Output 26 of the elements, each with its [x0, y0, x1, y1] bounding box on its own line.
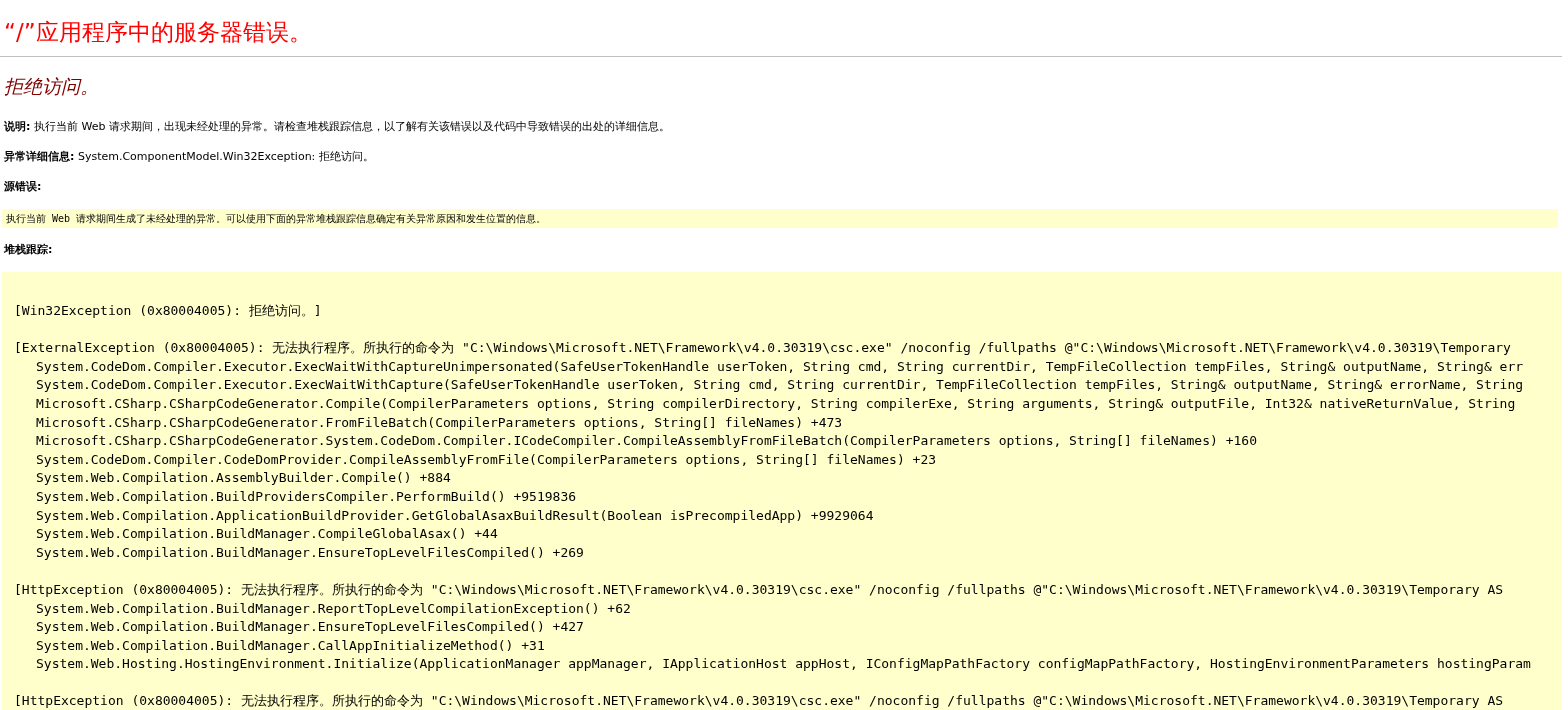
- error-title: 拒绝访问。: [4, 74, 100, 98]
- stack-frame: System.CodeDom.Compiler.CodeDomProvider.CompileAssemblyFromFile(CompilerParameters options, String[] fileNames) +23: [36, 450, 937, 470]
- stack-frame: System.Web.Compilation.BuildManager.EnsureTopLevelFilesCompiled() +269: [36, 543, 584, 563]
- exception-header: [HttpException (0x80004005): 无法执行程序。所执行的命令为 "C:\Windows\Microsoft.NET\Framework\v4.0.30319\csc.exe" /noconfig /fullpaths @"C:\Windows\Microsoft.NET\Framework\v4.0.30319\Temporary AS: [14, 692, 1504, 710]
- stack-frame: System.Web.Compilation.BuildManager.CallAppInitializeMethod() +31: [36, 636, 545, 656]
- stack-frame: System.Web.Compilation.AssemblyBuilder.Compile() +884: [36, 469, 451, 488]
- stack-frame: System.CodeDom.Compiler.Executor.ExecWaitWithCapture(SafeUserTokenHandle userToken, String cmd, String currentDir, TempFileCollection tempFiles, String& outputName, String& errorName, String: [36, 376, 1524, 395]
- stack-frame: System.Web.Compilation.ApplicationBuildProvider.GetGlobalAsaxBuildResult(Boolean isPrecompiledApp) +9929064: [36, 506, 874, 526]
- stack-frame: Microsoft.CSharp.CSharpCodeGenerator.Compile(CompilerParameters options, String compilerDirectory, String compilerExe, String arguments, String& outputFile, Int32& nativeReturnValue, String: [36, 394, 1516, 414]
- stack-frame: System.Web.Hosting.HostingEnvironment.Initialize(ApplicationManager appManager, IApplicationHost appHost, IConfigMapPathFactory configMapPathFactory, HostingEnvironmentParameters hostingParam: [36, 655, 1531, 674]
- exception-header: [Win32Exception (0x80004005): 拒绝访问。]: [14, 302, 322, 320]
- stack-frame: Microsoft.CSharp.CSharpCodeGenerator.FromFileBatch(CompilerParameters options, String[] fileNames) +473: [36, 413, 843, 433]
- stack-frame: System.Web.Compilation.BuildManager.ReportTopLevelCompilationException() +62: [36, 599, 631, 619]
- stack-frame: System.Web.Compilation.BuildManager.CompileGlobalAsax() +44: [36, 525, 498, 544]
- description-text: 说明: 执行当前 Web 请求期间，出现未经处理的异常。请检查堆栈跟踪信息，以了解有关该错误以及代码中导致错误的出处的详细信息。: [4, 119, 671, 135]
- source-error-message: 执行当前 Web 请求期间生成了未经处理的异常。可以使用下面的异常堆栈跟踪信息确定有关异常原因和发生位置的信息。: [2, 209, 1558, 228]
- page-title: “/”应用程序中的服务器错误。: [4, 18, 313, 47]
- stack-frame: System.Web.Compilation.BuildProvidersCompiler.PerformBuild() +9519836: [36, 487, 577, 507]
- stack-frame: Microsoft.CSharp.CSharpCodeGenerator.System.CodeDom.Compiler.ICodeCompiler.CompileAssemblyFromFileBatch(CompilerParameters options, String[] fileNames) +160: [36, 432, 1257, 451]
- stack-frame: System.CodeDom.Compiler.Executor.ExecWaitWithCaptureUnimpersonated(SafeUserTokenHandle userToken, String cmd, String currentDir, TempFileCollection tempFiles, String& outputName, String& err: [36, 357, 1524, 377]
- exception-details-text: 异常详细信息: System.ComponentModel.Win32Exception: 拒绝访问。: [4, 149, 375, 165]
- source-error-label: 源错误:: [4, 179, 43, 195]
- exception-header: [ExternalException (0x80004005): 无法执行程序。所执行的命令为 "C:\Windows\Microsoft.NET\Framework\v4.0.30319\csc.exe" /noconfig /fullpaths @"C:\Windows\Microsoft.NET\Framework\v4.0.30319\Temporary: [14, 339, 1511, 358]
- stack-trace-label: 堆栈跟踪:: [4, 242, 54, 258]
- stack-frame: System.Web.Compilation.BuildManager.EnsureTopLevelFilesCompiled() +427: [36, 618, 584, 637]
- exception-header: [HttpException (0x80004005): 无法执行程序。所执行的命令为 "C:\Windows\Microsoft.NET\Framework\v4.0.30319\csc.exe" /noconfig /fullpaths @"C:\Windows\Microsoft.NET\Framework\v4.0.30319\Temporary AS: [14, 580, 1504, 599]
